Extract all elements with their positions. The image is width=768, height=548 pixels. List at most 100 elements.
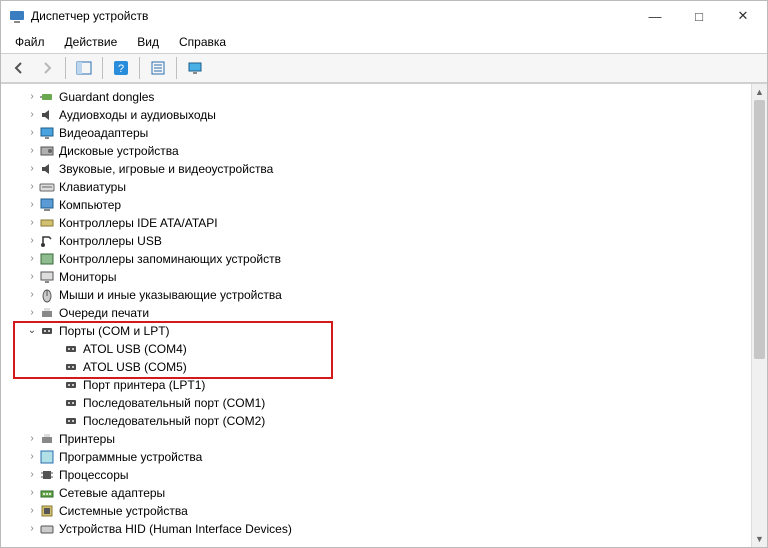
port-icon [63, 413, 79, 429]
tree-node[interactable]: › Мониторы [1, 268, 751, 286]
tree-node[interactable]: ⌄Порты (COM и LPT) [1, 322, 751, 340]
tree-node[interactable]: ›Очереди печати [1, 304, 751, 322]
expand-arrow-icon[interactable]: › [25, 268, 39, 286]
port-icon [63, 359, 79, 375]
audio-icon [39, 161, 55, 177]
tree-node-label: Порт принтера (LPT1) [83, 376, 213, 394]
help-button[interactable]: ? [109, 56, 133, 80]
titlebar[interactable]: Диспетчер устройств — □ ✕ [1, 1, 767, 31]
tree-node-label: Компьютер [59, 196, 129, 214]
menu-file[interactable]: Файл [7, 33, 53, 51]
tree-node-label: Устройства HID (Human Interface Devices) [59, 520, 300, 538]
software-icon [39, 449, 55, 465]
expand-arrow-icon[interactable]: › [25, 250, 39, 268]
back-button[interactable] [7, 56, 31, 80]
menu-help[interactable]: Справка [171, 33, 234, 51]
show-hide-tree-button[interactable] [72, 56, 96, 80]
tree-node-label: Последовательный порт (COM2) [83, 412, 273, 430]
monitor-icon [39, 269, 55, 285]
expand-arrow-icon[interactable]: › [25, 178, 39, 196]
menu-action[interactable]: Действие [57, 33, 126, 51]
system-icon [39, 503, 55, 519]
keyboard-icon [39, 179, 55, 195]
mouse-icon [39, 287, 55, 303]
network-icon [39, 485, 55, 501]
tree-node-label: Принтеры [59, 430, 123, 448]
device-tree[interactable]: › Guardant dongles › Аудиовходы и аудиовыхо… [1, 84, 751, 547]
port-icon [39, 323, 55, 339]
tree-node[interactable]: › Системные устройства [1, 502, 751, 520]
tree-node-label: Дисковые устройства [59, 142, 187, 160]
tree-node[interactable]: › Контроллеры IDE ATA/ATAPI [1, 214, 751, 232]
expand-arrow-icon[interactable]: › [25, 484, 39, 502]
port-icon [63, 395, 79, 411]
tree-node[interactable]: ›Сетевые адаптеры [1, 484, 751, 502]
tree-node-label: Мониторы [59, 268, 124, 286]
tree-node-label: Клавиатуры [59, 178, 134, 196]
disk-icon [39, 143, 55, 159]
tree-child-node[interactable]: Порт принтера (LPT1) [1, 376, 751, 394]
tree-child-node[interactable]: Последовательный порт (COM2) [1, 412, 751, 430]
menu-view[interactable]: Вид [129, 33, 167, 51]
expand-arrow-icon[interactable]: › [25, 124, 39, 142]
printer-icon [39, 431, 55, 447]
expand-arrow-icon[interactable]: › [25, 214, 39, 232]
expand-arrow-icon[interactable]: › [25, 160, 39, 178]
expand-arrow-icon[interactable]: › [25, 430, 39, 448]
tree-node-label: Аудиовходы и аудиовыходы [59, 106, 224, 124]
tree-node[interactable]: › Guardant dongles [1, 88, 751, 106]
expand-arrow-icon[interactable]: › [25, 304, 39, 322]
properties-button[interactable] [146, 56, 170, 80]
expand-arrow-icon[interactable]: › [25, 286, 39, 304]
scroll-track[interactable] [752, 100, 767, 531]
expand-arrow-icon[interactable]: › [25, 466, 39, 484]
tree-child-node[interactable]: ATOL USB (COM5) [1, 358, 751, 376]
expand-arrow-icon[interactable]: › [25, 520, 39, 538]
tree-node[interactable]: ›Звуковые, игровые и видеоустройства [1, 160, 751, 178]
tree-node[interactable]: › Клавиатуры [1, 178, 751, 196]
expand-arrow-icon[interactable]: › [25, 106, 39, 124]
vertical-scrollbar[interactable]: ▲ ▼ [751, 84, 767, 547]
scroll-thumb[interactable] [754, 100, 765, 359]
tree-node[interactable]: › Устройства HID (Human Interface Devices… [1, 520, 751, 538]
tree-node-label: Контроллеры запоминающих устройств [59, 250, 289, 268]
collapse-arrow-icon[interactable]: ⌄ [25, 322, 39, 340]
tree-node-label: Guardant dongles [59, 88, 162, 106]
toolbar-separator [176, 57, 177, 79]
expand-arrow-icon[interactable]: › [25, 232, 39, 250]
tree-node[interactable]: › Дисковые устройства [1, 142, 751, 160]
maximize-button[interactable]: □ [677, 2, 721, 30]
tree-node[interactable]: › Компьютер [1, 196, 751, 214]
forward-button[interactable] [35, 56, 59, 80]
tree-child-node[interactable]: Последовательный порт (COM1) [1, 394, 751, 412]
tree-node-label: Программные устройства [59, 448, 210, 466]
tree-node[interactable]: › Программные устройства [1, 448, 751, 466]
content-area: › Guardant dongles › Аудиовходы и аудиовыхо… [1, 83, 767, 547]
tree-child-node[interactable]: ATOL USB (COM4) [1, 340, 751, 358]
minimize-button[interactable]: — [633, 2, 677, 30]
tree-node[interactable]: ›Мыши и иные указывающие устройства [1, 286, 751, 304]
tree-node-label: ATOL USB (COM4) [83, 340, 195, 358]
tree-node[interactable]: ›Контроллеры USB [1, 232, 751, 250]
port-icon [63, 377, 79, 393]
tree-node-label: Системные устройства [59, 502, 196, 520]
expand-arrow-icon[interactable]: › [25, 502, 39, 520]
app-icon [9, 8, 25, 24]
expand-arrow-icon[interactable]: › [25, 142, 39, 160]
tree-node[interactable]: ›Видеоадаптеры [1, 124, 751, 142]
scan-hardware-button[interactable] [183, 56, 207, 80]
tree-node-label: Контроллеры IDE ATA/ATAPI [59, 214, 226, 232]
tree-node[interactable]: › Контроллеры запоминающих устройств [1, 250, 751, 268]
tree-node[interactable]: › Принтеры [1, 430, 751, 448]
scroll-down-button[interactable]: ▼ [752, 531, 767, 547]
expand-arrow-icon[interactable]: › [25, 196, 39, 214]
scroll-up-button[interactable]: ▲ [752, 84, 767, 100]
tree-node[interactable]: ›Процессоры [1, 466, 751, 484]
display-icon [39, 125, 55, 141]
toolbar-separator [139, 57, 140, 79]
cpu-icon [39, 467, 55, 483]
tree-node[interactable]: › Аудиовходы и аудиовыходы [1, 106, 751, 124]
expand-arrow-icon[interactable]: › [25, 448, 39, 466]
close-button[interactable]: ✕ [721, 2, 765, 30]
expand-arrow-icon[interactable]: › [25, 88, 39, 106]
